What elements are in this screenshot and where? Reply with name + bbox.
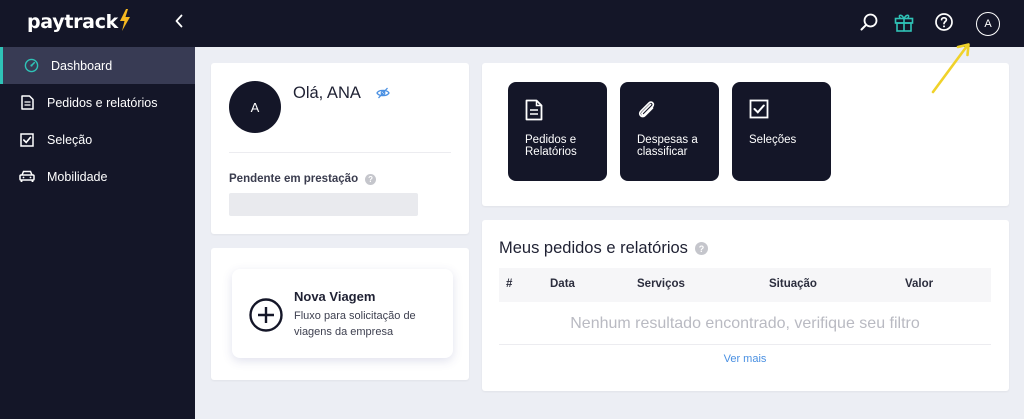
gift-button[interactable] <box>893 11 915 33</box>
shortcut-despesas[interactable]: Despesas a classificar <box>620 82 719 181</box>
shortcut-label: Despesas a classificar <box>637 134 698 158</box>
document-icon <box>525 99 543 121</box>
shortcut-selecoes[interactable]: Seleções <box>732 82 831 181</box>
paperclip-icon <box>638 101 655 118</box>
checkbox-icon <box>19 132 35 148</box>
sidebar-item-dashboard[interactable]: Dashboard <box>0 47 195 84</box>
user-card: A Olá, ANA Pendente em prestação ? <box>211 63 469 234</box>
document-icon <box>19 95 35 111</box>
new-trip-button[interactable]: Nova Viagem Fluxo para solicitação de vi… <box>232 269 453 358</box>
sidebar-item-mobilidade[interactable]: Mobilidade <box>0 158 195 195</box>
column-header[interactable]: Serviços <box>637 278 685 290</box>
sidebar: Dashboard Pedidos e relatórios Seleção M… <box>0 47 195 419</box>
annotation-arrow-icon <box>931 43 970 94</box>
car-icon <box>19 169 35 185</box>
chevron-left-icon <box>175 14 183 28</box>
new-trip-description: Fluxo para solicitação de viagens da emp… <box>294 310 416 338</box>
see-more-link[interactable]: Ver mais <box>499 353 991 365</box>
new-trip-title: Nova Viagem <box>294 289 376 304</box>
sidebar-item-selecao[interactable]: Seleção <box>0 121 195 158</box>
pending-value-placeholder <box>229 193 418 216</box>
divider <box>229 152 451 153</box>
orders-title: Meus pedidos e relatórios ? <box>499 239 708 258</box>
help-icon <box>935 13 953 31</box>
travel-card: Nova Viagem Fluxo para solicitação de vi… <box>211 248 469 380</box>
logo-text: paytrack <box>27 11 118 33</box>
sidebar-item-label: Dashboard <box>51 58 113 73</box>
column-header[interactable]: Valor <box>905 278 933 290</box>
user-avatar: A <box>229 81 281 133</box>
sidebar-item-label: Mobilidade <box>47 169 108 184</box>
plus-circle-icon <box>249 298 283 332</box>
greeting-text: Olá, ANA <box>293 84 361 102</box>
search-button[interactable] <box>858 11 880 33</box>
sidebar-item-label: Pedidos e relatórios <box>47 95 158 110</box>
dashboard-icon <box>23 58 39 74</box>
help-icon[interactable]: ? <box>694 242 708 255</box>
pending-label: Pendente em prestação ? <box>229 173 377 185</box>
help-button[interactable] <box>933 11 955 33</box>
orders-title-text: Meus pedidos e relatórios <box>499 239 688 257</box>
collapse-sidebar-button[interactable] <box>170 11 188 31</box>
column-header[interactable]: Data <box>550 278 575 290</box>
orders-card: Meus pedidos e relatórios ? # Data Servi… <box>482 220 1009 391</box>
empty-state-message: Nenhum resultado encontrado, verifique s… <box>570 315 920 332</box>
paytrack-logo[interactable]: paytrack <box>27 9 131 33</box>
sidebar-item-label: Seleção <box>47 132 93 147</box>
search-icon <box>860 13 878 31</box>
shortcut-label: Pedidos e Relatórios <box>525 134 577 158</box>
gift-icon <box>894 14 914 32</box>
user-avatar-button[interactable]: A <box>976 12 1000 36</box>
pending-label-text: Pendente em prestação <box>229 173 359 185</box>
sidebar-item-pedidos[interactable]: Pedidos e relatórios <box>0 84 195 121</box>
column-header[interactable]: # <box>506 278 512 290</box>
shortcut-pedidos-relatorios[interactable]: Pedidos e Relatórios <box>508 82 607 181</box>
column-header[interactable]: Situação <box>769 278 817 290</box>
top-bar: paytrack A <box>0 0 1024 47</box>
checkbox-icon <box>749 99 769 119</box>
eye-off-icon[interactable] <box>376 86 390 104</box>
orders-table-header: # Data Serviços Situação Valor <box>499 268 991 302</box>
divider <box>499 344 991 345</box>
shortcut-label: Seleções <box>749 134 797 146</box>
logo-bolt-icon <box>120 9 130 31</box>
help-icon[interactable]: ? <box>365 173 377 185</box>
